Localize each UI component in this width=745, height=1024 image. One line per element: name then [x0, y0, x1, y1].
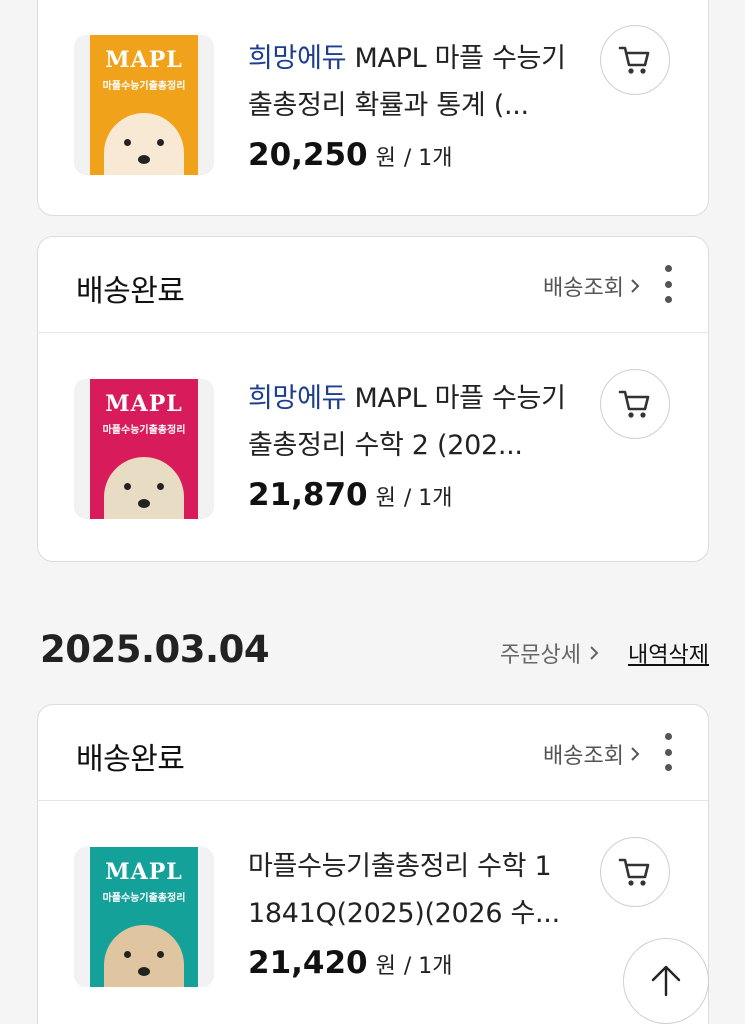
product-title[interactable]: 희망에듀 MAPL 마플 수능기출총정리 수학 2 (202... — [248, 375, 588, 469]
chevron-right-icon — [631, 747, 640, 761]
product-title[interactable]: 희망에듀 MAPL 마플 수능기출총정리 확률과 통계 (... — [248, 35, 588, 129]
book-thumbnail[interactable]: MAPL 마플수능기출총정리 — [74, 35, 214, 175]
order-card-2: 배송완료 배송조회 MAPL 마플수능기출총정리 희망에듀 MAPL 마플 수능… — [37, 236, 709, 562]
price-amount: 20,250 — [248, 137, 368, 173]
more-options-button[interactable] — [658, 733, 678, 771]
order-item[interactable]: MAPL 마플수능기출총정리 희망에듀 MAPL 마플 수능기출총정리 확률과 … — [38, 0, 708, 209]
price-amount: 21,420 — [248, 945, 368, 981]
price-amount: 21,870 — [248, 477, 368, 513]
delete-history-link[interactable]: 내역삭제 — [628, 637, 709, 669]
order-card-1: MAPL 마플수능기출총정리 희망에듀 MAPL 마플 수능기출총정리 확률과 … — [37, 0, 709, 216]
price-row: 20,250 원 / 1개 — [248, 137, 453, 173]
quantity: / 1개 — [403, 146, 453, 171]
cover-logo: MAPL — [105, 859, 183, 885]
cover-logo: MAPL — [105, 47, 183, 73]
cover-subtitle: 마플수능기출총정리 — [102, 425, 186, 436]
quantity: / 1개 — [403, 486, 453, 511]
cover-logo: MAPL — [105, 391, 183, 417]
product-title[interactable]: 마플수능기출총정리 수학 1 1841Q(2025)(2026 수... — [248, 843, 588, 937]
scroll-to-top-button[interactable] — [623, 938, 709, 1024]
order-card-3: 배송완료 배송조회 MAPL 마플수능기출총정리 마플수능기출총정리 수학 1 … — [37, 704, 709, 1024]
order-detail-link[interactable]: 주문상세 — [500, 637, 599, 669]
delivery-status: 배송완료 — [76, 274, 185, 309]
price-unit: 원 — [375, 146, 396, 171]
add-to-cart-button[interactable] — [600, 369, 670, 439]
order-detail-label: 주문상세 — [500, 643, 581, 668]
cover-subtitle: 마플수능기출총정리 — [102, 81, 186, 92]
product-brand: 희망에듀 — [248, 43, 347, 74]
track-delivery-link[interactable]: 배송조회 — [543, 270, 640, 302]
product-brand: 희망에듀 — [248, 383, 347, 414]
price-unit: 원 — [375, 954, 396, 979]
price-unit: 원 — [375, 486, 396, 511]
add-to-cart-button[interactable] — [600, 25, 670, 95]
cart-icon — [618, 858, 650, 886]
order-date-row: 2025.03.04 주문상세 내역삭제 — [40, 628, 709, 678]
order-date: 2025.03.04 — [40, 628, 270, 671]
track-delivery-link[interactable]: 배송조회 — [543, 738, 640, 770]
cart-icon — [618, 46, 650, 74]
chevron-right-icon — [631, 279, 640, 293]
arrow-up-icon — [651, 965, 681, 997]
track-label: 배송조회 — [543, 276, 624, 301]
price-row: 21,870 원 / 1개 — [248, 477, 453, 513]
chevron-right-icon — [590, 646, 599, 660]
cover-subtitle: 마플수능기출총정리 — [102, 893, 186, 904]
order-item[interactable]: MAPL 마플수능기출총정리 마플수능기출총정리 수학 1 1841Q(2025… — [38, 801, 708, 1024]
book-thumbnail[interactable]: MAPL 마플수능기출총정리 — [74, 847, 214, 987]
card-header: 배송완료 배송조회 — [38, 237, 708, 333]
add-to-cart-button[interactable] — [600, 837, 670, 907]
cart-icon — [618, 390, 650, 418]
book-thumbnail[interactable]: MAPL 마플수능기출총정리 — [74, 379, 214, 519]
delivery-status: 배송완료 — [76, 742, 185, 777]
quantity: / 1개 — [403, 954, 453, 979]
track-label: 배송조회 — [543, 744, 624, 769]
more-options-button[interactable] — [658, 265, 678, 303]
product-name: 마플수능기출총정리 수학 1 1841Q(2025)(2026 수... — [248, 851, 560, 929]
order-item[interactable]: MAPL 마플수능기출총정리 희망에듀 MAPL 마플 수능기출총정리 수학 2… — [38, 333, 708, 561]
price-row: 21,420 원 / 1개 — [248, 945, 453, 981]
card-header: 배송완료 배송조회 — [38, 705, 708, 801]
